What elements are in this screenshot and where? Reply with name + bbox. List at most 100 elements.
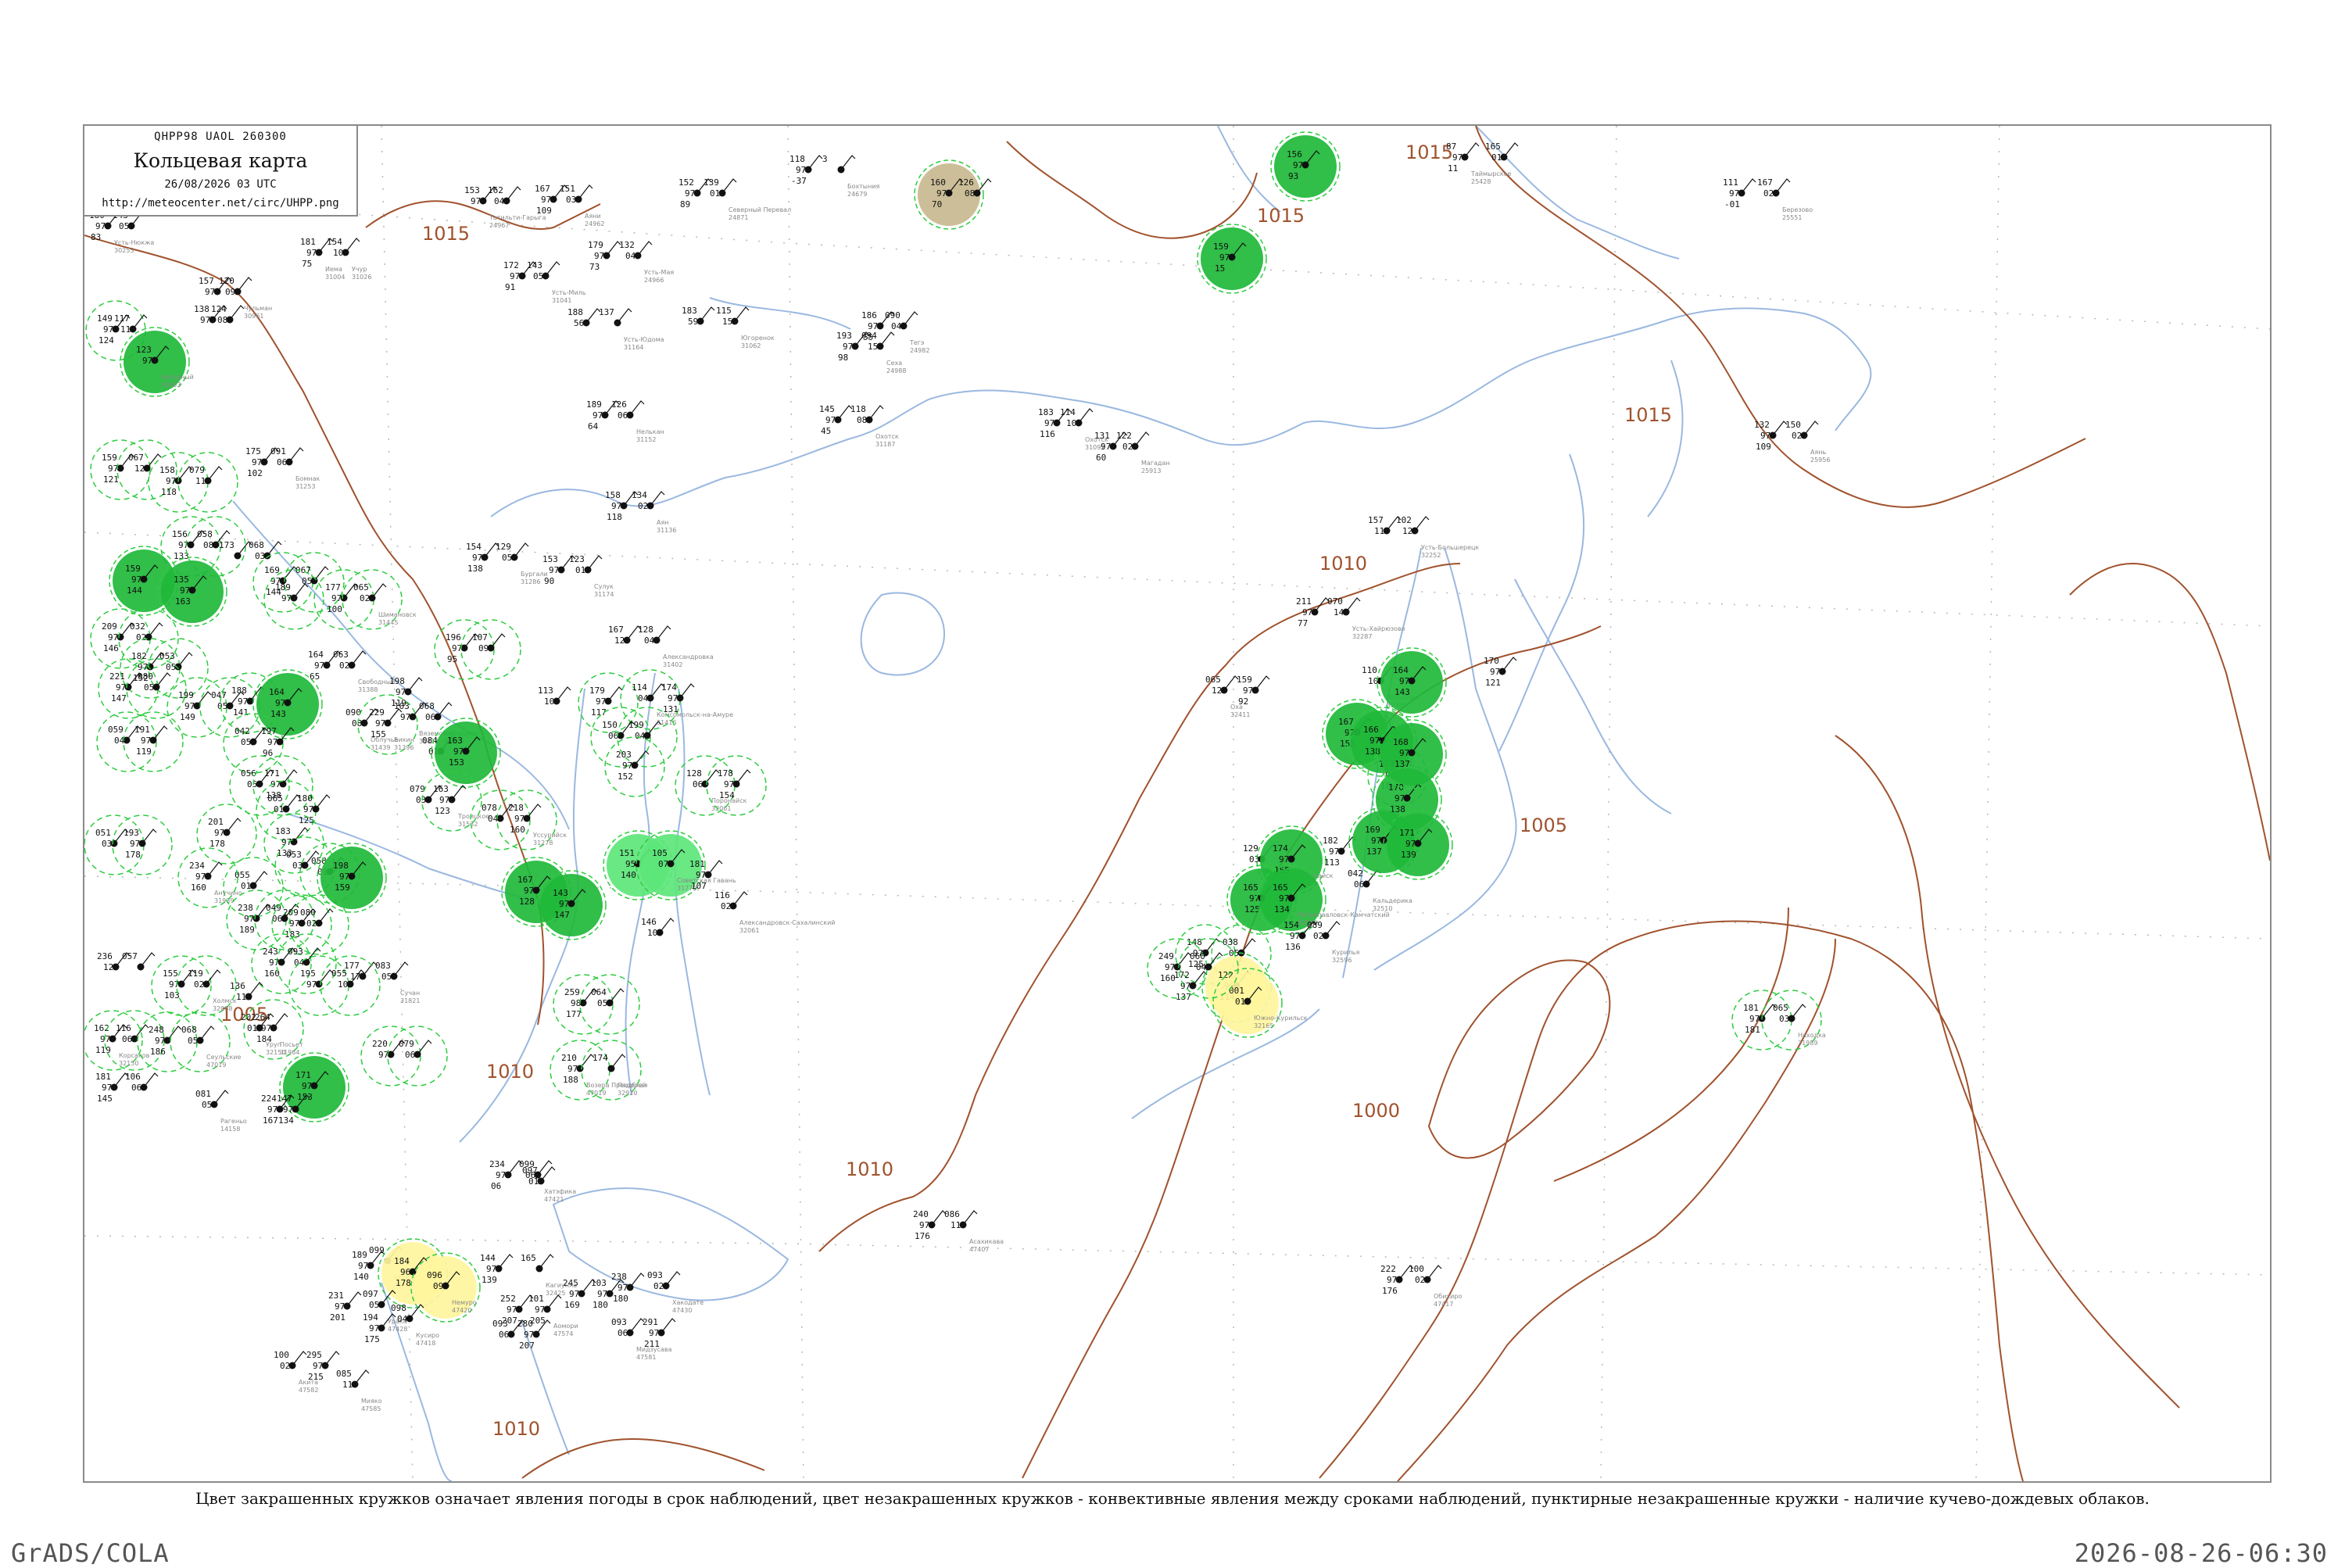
station[interactable]: 173 <box>219 540 252 560</box>
station[interactable]: 07911 <box>177 452 238 513</box>
station[interactable]: 11897-37 <box>789 154 823 186</box>
station[interactable]: 1569793 <box>1270 131 1341 202</box>
station[interactable]: 16204 <box>488 185 521 206</box>
station[interactable]: 1799773 <box>588 240 621 272</box>
station[interactable]: 23497160 Анучино31939 <box>177 847 242 908</box>
station-value: 06 <box>272 914 282 924</box>
station[interactable]: 879711 Таймырское25428 <box>1446 141 1512 185</box>
station[interactable]: 21897160 Уссурийск31278 <box>496 789 567 850</box>
station[interactable]: 14497139 <box>480 1253 514 1285</box>
station[interactable]: 146100 <box>641 917 675 938</box>
station[interactable]: 23897180 <box>611 1272 645 1304</box>
station[interactable]: 11808 Охотск31187 <box>850 404 899 448</box>
station[interactable]: 29197211 <box>643 1317 676 1349</box>
station-value: 134 <box>632 490 647 500</box>
station[interactable]: 10606 <box>125 1072 159 1093</box>
station[interactable]: 14397147 <box>536 870 607 940</box>
station-value: 079 <box>189 465 205 475</box>
station[interactable]: 19197119 <box>123 711 184 772</box>
station[interactable]: 07014 Усть-Хайрюзово32287 <box>1327 596 1405 640</box>
station-value: 171 <box>295 1070 311 1080</box>
station[interactable]: 18197145 <box>95 1072 129 1104</box>
station[interactable]: 15497138 <box>466 542 499 574</box>
station[interactable]: 11902 Холмск32088 <box>176 955 237 1016</box>
station[interactable]: 24097176 <box>913 1209 947 1241</box>
station[interactable]: 12397 Нагорный30493 <box>120 327 194 397</box>
station[interactable]: 12301 Сулук31174 <box>569 554 614 598</box>
station-index: 32287 <box>1352 633 1372 640</box>
station[interactable]: 23197201 <box>328 1291 362 1323</box>
station-value: 97 <box>1749 1014 1760 1024</box>
station[interactable]: 12202 Магадан25913 <box>1116 431 1170 474</box>
station[interactable]: 12606 Нелькан31152 <box>611 399 664 443</box>
station[interactable]: 13901 Северный Перевал24871 <box>704 177 791 221</box>
station[interactable]: 16501 <box>1485 141 1519 163</box>
station[interactable]: 057 <box>122 951 156 971</box>
station[interactable]: 07906 <box>387 1026 448 1087</box>
station[interactable]: 15002 Аянь25956 <box>1785 420 1830 464</box>
station[interactable]: 16297119Корсаков32150 <box>84 1010 150 1071</box>
station[interactable]: 08611 Асахикава47407 <box>944 1209 1004 1253</box>
station[interactable]: 19897159 <box>317 843 387 913</box>
station[interactable]: 10212 Усть-Большерецк32252 <box>1396 515 1479 559</box>
station[interactable]: 09106 Бомнак31253 <box>270 446 320 490</box>
station[interactable]: 1459745 <box>819 404 853 436</box>
station[interactable]: 06503 Находка31989 <box>1761 990 1826 1051</box>
station[interactable]: 11197-01 <box>1723 177 1756 209</box>
station[interactable]: 12804 Александровка31402 <box>638 625 714 668</box>
station[interactable]: 16702 Березово25551 <box>1757 177 1813 221</box>
station[interactable]: 10709 <box>460 619 521 680</box>
station[interactable]: 08105 Рагеньо14158 <box>195 1089 247 1133</box>
station[interactable]: 08305 Сучан31821 <box>375 961 420 1004</box>
station-value: 138 <box>194 304 209 314</box>
station[interactable]: 09306Мидзусава47581 <box>611 1317 672 1361</box>
station[interactable]: 1599792 <box>1237 675 1270 707</box>
station[interactable]: 10507Советская Гавань31770 <box>635 830 736 900</box>
station-value: 97 <box>103 324 113 335</box>
station[interactable]: 113103 <box>538 686 571 707</box>
station-name: Обихиро <box>1434 1293 1462 1300</box>
station-value: 97 <box>622 761 632 771</box>
station[interactable]: 09302 Хакодате47430 <box>647 1270 704 1314</box>
station[interactable]: 29597215 <box>306 1350 340 1382</box>
station[interactable]: 18359 <box>682 306 715 327</box>
station[interactable]: 16497143 <box>1377 647 1447 718</box>
station[interactable]: 167127 <box>608 625 642 646</box>
station[interactable]: 1599715 <box>1197 224 1267 294</box>
station[interactable]: 08902 Курилья32596 <box>1307 920 1360 964</box>
station[interactable]: 15397Татильти-Гарыга24967 <box>464 185 546 229</box>
station[interactable]: 13297109 <box>1754 420 1788 452</box>
station[interactable]: 04906 <box>254 890 315 950</box>
station[interactable]: 09609 Немуро47420 <box>410 1252 481 1323</box>
station-value: 184 <box>394 1256 410 1266</box>
station[interactable]: 11602 Александровск-Сахалинский32061 <box>714 890 836 934</box>
station[interactable]: 12009 Чульман30961 <box>219 276 272 320</box>
station[interactable]: 19397178 <box>112 814 173 875</box>
station[interactable]: 04705 <box>199 677 260 738</box>
station-value: 152 <box>618 771 633 782</box>
station[interactable]: 13402 Аян31136 <box>632 490 676 534</box>
station[interactable]: 17197139 <box>1383 810 1453 880</box>
station[interactable]: 09415 Сеха24988 <box>861 331 906 374</box>
station[interactable]: 137 Усть-Юдома31164 <box>599 307 664 351</box>
station[interactable]: 13204 Усть-Мая24966 <box>619 240 674 284</box>
station-value: 094 <box>861 331 877 341</box>
isobar-label: 1010 <box>492 1418 540 1440</box>
station[interactable]: 20397152 <box>604 736 665 797</box>
station[interactable]: 12905Бургали31286 <box>496 542 548 585</box>
station[interactable]: 17097121 <box>1484 656 1517 688</box>
station[interactable]: 16897137 <box>1377 719 1447 789</box>
station[interactable]: 06405 <box>579 974 640 1035</box>
station[interactable]: 11515 Югоренок31062 <box>716 306 775 349</box>
station[interactable]: 14305 Усть-Миль31041 <box>527 260 586 304</box>
station[interactable]: 20997183 <box>271 894 332 955</box>
station[interactable]: 17897154 <box>706 755 767 816</box>
station[interactable]: 2349706 <box>489 1159 523 1191</box>
station[interactable]: 16397153 <box>431 718 501 788</box>
station[interactable]: 08511 Мияко47585 <box>336 1369 382 1412</box>
station[interactable]: 3 Бохтыния24679 <box>822 154 880 198</box>
station[interactable]: 06502 Шимановск31445 <box>342 569 417 630</box>
weather-map[interactable]: 1015 1015 1015 1015 1010 1010 1010 1010 … <box>84 126 2270 1481</box>
station[interactable]: 18997 <box>263 569 324 630</box>
station[interactable]: 18856 <box>567 307 601 328</box>
